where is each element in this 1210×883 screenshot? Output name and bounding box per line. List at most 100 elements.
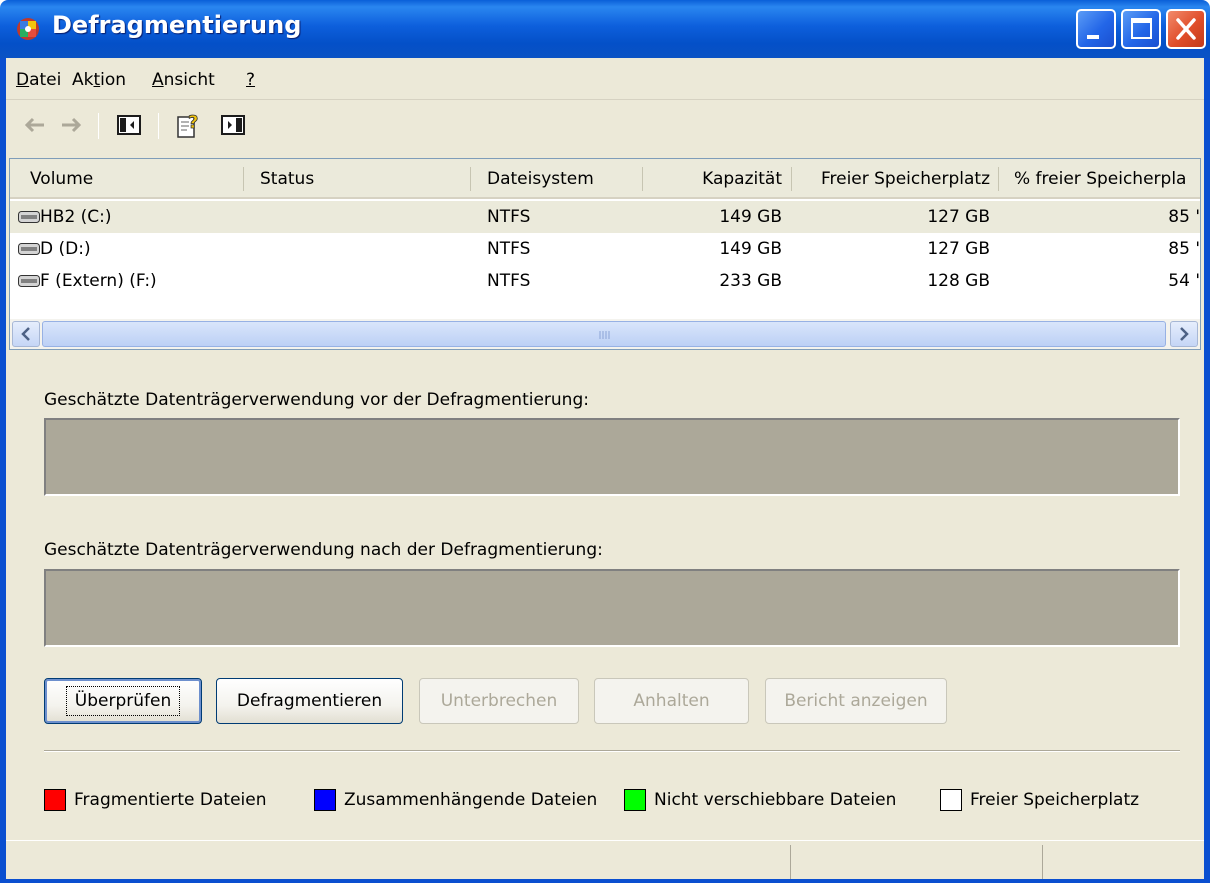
maximize-button[interactable]: [1121, 9, 1161, 49]
column-free-percent[interactable]: % freier Speicherpla: [1014, 159, 1200, 199]
menu-ansicht[interactable]: Ansicht: [152, 70, 215, 90]
column-status[interactable]: Status: [260, 159, 460, 199]
column-separator[interactable]: [243, 167, 244, 191]
legend-label: Zusammenhängende Dateien: [344, 790, 598, 810]
column-separator[interactable]: [998, 167, 999, 191]
drive-icon: [18, 275, 40, 287]
stop-button-label: Anhalten: [633, 691, 710, 711]
volume-filesystem: NTFS: [487, 239, 531, 259]
minimize-icon: [1087, 35, 1099, 39]
volume-filesystem: NTFS: [487, 271, 531, 291]
status-bar-separator: [790, 845, 791, 881]
before-defrag-label: Geschätzte Datenträgerverwendung vor der…: [44, 390, 589, 410]
volume-row[interactable]: F (Extern) (F:) NTFS 233 GB 128 GB 54 ': [10, 265, 1200, 297]
legend-item: Nicht verschiebbare Dateien: [624, 788, 896, 812]
title-bar[interactable]: Defragmentierung: [0, 0, 1210, 58]
volume-filesystem: NTFS: [487, 207, 531, 227]
defragment-button-label: Defragmentieren: [236, 691, 383, 711]
chevron-right-icon: [1180, 327, 1189, 341]
volume-name: D (D:): [40, 239, 91, 259]
show-hide-action-pane-icon: [221, 115, 245, 135]
menu-ansicht-accel: A: [152, 70, 164, 90]
analyze-button[interactable]: Überprüfen: [44, 678, 202, 724]
column-free-space[interactable]: Freier Speicherplatz: [805, 159, 990, 199]
legend-swatch-contiguous: [314, 789, 336, 811]
help-icon: ?: [177, 112, 199, 138]
volume-capacity: 149 GB: [719, 239, 782, 259]
legend-swatch-fragmented: [44, 789, 66, 811]
scrollbar-grip-icon: [599, 331, 610, 339]
panel-divider: [44, 750, 1180, 752]
show-hide-action-pane-button[interactable]: [218, 110, 248, 140]
close-button[interactable]: [1166, 9, 1206, 49]
pause-button-label: Unterbrechen: [440, 691, 558, 711]
volume-name: F (Extern) (F:): [40, 271, 157, 291]
menu-help-label: ?: [246, 70, 256, 90]
volume-free-percent: 85 ': [1168, 207, 1200, 227]
volume-list[interactable]: Volume Status Dateisystem Kapazität Frei…: [9, 158, 1201, 350]
status-bar-separator: [1042, 845, 1043, 881]
volume-row[interactable]: HB2 (C:) NTFS 149 GB 127 GB 85 ': [10, 201, 1200, 233]
volume-row[interactable]: D (D:) NTFS 149 GB 127 GB 85 ': [10, 233, 1200, 265]
minimize-button[interactable]: [1076, 9, 1116, 49]
back-arrow-icon: [24, 117, 44, 133]
after-defrag-usage-display: [44, 569, 1180, 647]
forward-arrow-icon: [62, 117, 82, 133]
legend-item: Zusammenhängende Dateien: [314, 788, 597, 812]
column-filesystem[interactable]: Dateisystem: [487, 159, 637, 199]
toolbar: ?: [6, 101, 1204, 151]
legend-label: Freier Speicherplatz: [970, 790, 1140, 810]
scrollbar-thumb[interactable]: [42, 321, 1166, 347]
show-hide-console-tree-button[interactable]: [114, 110, 144, 140]
legend-item: Fragmentierte Dateien: [44, 788, 267, 812]
status-bar: [6, 840, 1204, 883]
legend-item: Freier Speicherplatz: [940, 788, 1139, 812]
menu-datei-rest: atei: [29, 70, 62, 90]
show-hide-console-tree-icon: [117, 115, 141, 135]
volume-name: HB2 (C:): [40, 207, 112, 227]
legend-swatch-unmovable: [624, 789, 646, 811]
column-volume[interactable]: Volume: [30, 159, 230, 199]
menu-aktion-pre: Ak: [72, 70, 94, 90]
column-separator[interactable]: [642, 167, 643, 191]
column-separator[interactable]: [791, 167, 792, 191]
volume-free-space: 127 GB: [927, 239, 990, 259]
chevron-left-icon: [21, 327, 30, 341]
before-defrag-usage-display: [44, 418, 1180, 496]
close-icon: [1176, 18, 1196, 40]
pause-button[interactable]: Unterbrechen: [419, 678, 579, 724]
menu-datei[interactable]: Datei: [16, 70, 61, 90]
toolbar-separator: [158, 113, 159, 139]
volume-capacity: 149 GB: [719, 207, 782, 227]
stop-button[interactable]: Anhalten: [594, 678, 749, 724]
menu-ansicht-rest: nsicht: [163, 70, 215, 90]
window-title: Defragmentierung: [52, 11, 302, 39]
volume-free-space: 128 GB: [927, 271, 990, 291]
help-button[interactable]: ?: [174, 110, 204, 140]
volume-free-percent: 54 ': [1168, 271, 1200, 291]
legend-swatch-free-space: [940, 789, 962, 811]
menu-help[interactable]: ?: [246, 70, 255, 90]
column-capacity[interactable]: Kapazität: [650, 159, 782, 199]
volume-free-space: 127 GB: [927, 207, 990, 227]
menu-aktion[interactable]: Aktion: [72, 70, 126, 90]
after-defrag-label: Geschätzte Datenträgerverwendung nach de…: [44, 540, 603, 560]
forward-button[interactable]: [56, 110, 86, 140]
drive-icon: [18, 211, 40, 223]
scroll-left-button[interactable]: [12, 321, 40, 347]
window-client-area: Datei Aktion Ansicht ? ? Volume Status D…: [6, 58, 1204, 883]
view-report-button[interactable]: Bericht anzeigen: [765, 678, 947, 724]
back-button[interactable]: [20, 110, 50, 140]
defrag-app-icon: [14, 15, 42, 43]
volume-capacity: 233 GB: [719, 271, 782, 291]
scroll-right-button[interactable]: [1170, 321, 1198, 347]
view-report-button-label: Bericht anzeigen: [784, 691, 928, 711]
horizontal-scrollbar[interactable]: [10, 319, 1200, 349]
analyze-button-label: Überprüfen: [65, 686, 181, 716]
legend-label: Fragmentierte Dateien: [74, 790, 267, 810]
window-frame-bottom: [0, 879, 1210, 883]
defragment-button[interactable]: Defragmentieren: [216, 678, 403, 724]
menu-aktion-rest: ion: [100, 70, 127, 90]
menu-datei-accel: D: [16, 70, 30, 90]
column-separator[interactable]: [470, 167, 471, 191]
